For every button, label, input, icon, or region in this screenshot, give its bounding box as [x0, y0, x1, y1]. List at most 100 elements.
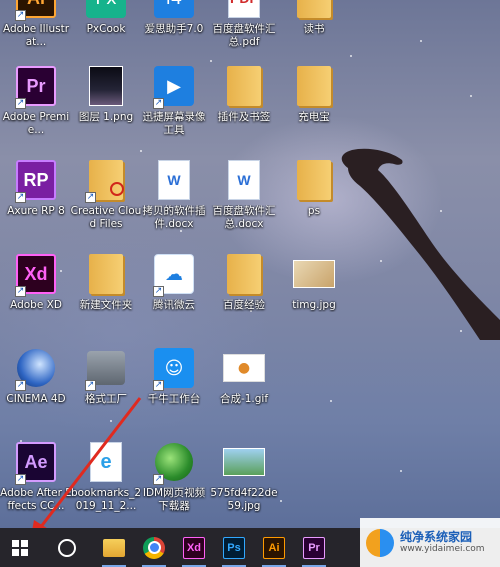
desktop-icon-bookmarks[interactable]: e bookmarks_2019_11_2... [70, 440, 142, 513]
desktop-icon-after-effects[interactable]: Ae ↗ Adobe After Effects CC... [0, 440, 72, 513]
desktop-icon-label: 爱思助手7.0 [144, 23, 204, 35]
shortcut-arrow-icon: ↗ [85, 192, 96, 203]
shortcut-arrow-icon: ↗ [15, 380, 26, 391]
desktop-icon-label: 百度盘软件汇总.docx [212, 205, 276, 230]
weiyun-icon: ☁ ↗ [152, 252, 196, 297]
shortcut-arrow-icon: ↗ [15, 286, 26, 297]
desktop-icon-label: ps [307, 205, 321, 217]
shortcut-arrow-icon: ↗ [15, 98, 26, 109]
pdf-file-icon: PDF [222, 0, 266, 20]
desktop-icon-cinema4d[interactable]: ↗ CINEMA 4D [0, 346, 72, 406]
shortcut-arrow-icon: ↗ [153, 286, 164, 297]
desktop-icon-layer-png[interactable]: 图层 1.png [70, 64, 142, 124]
desktop-icon-plugins-folder[interactable]: 插件及书签 [208, 64, 280, 124]
desktop-icon-label: Creative Cloud Files [70, 205, 142, 230]
word-document-icon: W [222, 158, 266, 202]
desktop-icon-screen-recorder[interactable]: ▶ ↗ 迅捷屏幕录像工具 [138, 64, 210, 137]
chrome-icon[interactable] [134, 528, 174, 567]
image-file-icon [222, 440, 266, 484]
axure-icon: RP ↗ [14, 158, 58, 203]
desktop-icon-baidu-docx[interactable]: W 百度盘软件汇总.docx [208, 158, 280, 231]
desktop-icon-label: CINEMA 4D [6, 393, 66, 405]
folder-icon [292, 0, 336, 20]
desktop-icon-label: 百度经验 [223, 299, 265, 311]
desktop-icon-pxcook[interactable]: Px PxCook [70, 0, 142, 36]
desktop-icon-new-folder[interactable]: 新建文件夹 [70, 252, 142, 312]
desktop-icon-timg-jpg[interactable]: timg.jpg [278, 252, 350, 312]
desktop-icon-575-jpg[interactable]: 575fd4f22de59.jpg [208, 440, 280, 513]
desktop-icon-label: 575fd4f22de59.jpg [210, 487, 278, 512]
idm-icon: ↗ [152, 440, 196, 485]
shortcut-arrow-icon: ↗ [153, 380, 164, 391]
desktop-icon-label: 合成-1.gif [219, 393, 269, 405]
after-effects-icon: Ae ↗ [14, 440, 58, 485]
desktop-icon-label: bookmarks_2019_11_2... [70, 487, 142, 512]
shortcut-arrow-icon: ↗ [15, 10, 26, 21]
desktop-icon-label: 读书 [303, 23, 325, 35]
photoshop-taskbar-icon[interactable]: Ps [214, 528, 254, 567]
cortana-circle-icon[interactable] [40, 528, 94, 567]
desktop-icon-label: 拷贝的软件插件.docx [142, 205, 206, 230]
desktop-icon-label: Adobe XD [10, 299, 62, 311]
file-explorer-icon[interactable] [94, 528, 134, 567]
watermark: 纯净系统家园 www.yidaimei.com [360, 518, 500, 567]
qianniu-icon: ☺ ↗ [152, 346, 196, 391]
folder-icon [292, 158, 336, 202]
desktop-icon-label: Adobe Premie... [2, 111, 70, 136]
desktop-icon-weiyun[interactable]: ☁ ↗ 腾讯微云 [138, 252, 210, 312]
bookmarks-html-icon: e [84, 440, 128, 484]
desktop-icon-dushu[interactable]: 读书 [278, 0, 350, 36]
desktop: Ai ↗ Adobe Illustrat... Px PxCook i4 爱思助… [0, 0, 500, 528]
folder-icon [222, 252, 266, 296]
screen-recorder-icon: ▶ ↗ [152, 64, 196, 109]
folder-icon [222, 64, 266, 108]
word-document-icon: W [152, 158, 196, 202]
premiere-icon: Pr ↗ [14, 64, 58, 109]
shortcut-arrow-icon: ↗ [153, 474, 164, 485]
desktop-icon-label: 充电宝 [298, 111, 330, 123]
illustrator-icon: Ai ↗ [14, 0, 58, 21]
folder-icon [84, 252, 128, 296]
format-factory-icon: ↗ [84, 346, 128, 391]
illustrator-taskbar-icon[interactable]: Ai [254, 528, 294, 567]
desktop-icon-qianniu[interactable]: ☺ ↗ 千牛工作台 [138, 346, 210, 406]
premiere-taskbar-icon[interactable]: Pr [294, 528, 334, 567]
shortcut-arrow-icon: ↗ [15, 474, 26, 485]
watermark-url: www.yidaimei.com [400, 544, 485, 554]
desktop-icon-ps-folder[interactable]: ps [278, 158, 350, 218]
creative-cloud-folder-icon: ↗ [84, 158, 128, 203]
shortcut-arrow-icon: ↗ [153, 98, 164, 109]
desktop-icon-axure[interactable]: RP ↗ Axure RP 8 [0, 158, 72, 218]
desktop-icon-label: IDM网页视频下载器 [142, 487, 206, 512]
windows-start-icon[interactable] [0, 528, 40, 567]
desktop-icon-label: 百度盘软件汇总.pdf [212, 23, 276, 48]
desktop-icon-label: PxCook [86, 23, 126, 35]
desktop-icon-creative-cloud[interactable]: ↗ Creative Cloud Files [70, 158, 142, 231]
desktop-icon-illustrator[interactable]: Ai ↗ Adobe Illustrat... [0, 0, 72, 49]
desktop-icon-label: 腾讯微云 [153, 299, 195, 311]
desktop-icon-label: 千牛工作台 [147, 393, 201, 405]
desktop-icon-label: 迅捷屏幕录像工具 [142, 111, 206, 136]
desktop-icon-xd[interactable]: Xd ↗ Adobe XD [0, 252, 72, 312]
watermark-title: 纯净系统家园 [400, 530, 473, 544]
desktop-icon-baidu-jingyan-folder[interactable]: 百度经验 [208, 252, 280, 312]
image-file-icon [84, 64, 128, 108]
desktop-icon-idm[interactable]: ↗ IDM网页视频下载器 [138, 440, 210, 513]
desktop-icon-format-factory[interactable]: ↗ 格式工厂 [70, 346, 142, 406]
watermark-logo-icon [366, 528, 394, 557]
desktop-icon-label: timg.jpg [292, 299, 336, 311]
desktop-icon-label: 插件及书签 [217, 111, 271, 123]
aisi-assistant-icon: i4 [152, 0, 196, 20]
desktop-icon-gif[interactable]: ● 合成-1.gif [208, 346, 280, 406]
shortcut-arrow-icon: ↗ [15, 192, 26, 203]
desktop-icon-pdf[interactable]: PDF 百度盘软件汇总.pdf [208, 0, 280, 49]
desktop-icon-label: Axure RP 8 [7, 205, 65, 217]
desktop-icon-powerbank-folder[interactable]: 充电宝 [278, 64, 350, 124]
desktop-icon-label: Adobe Illustrat... [2, 23, 70, 48]
xd-taskbar-icon[interactable]: Xd [174, 528, 214, 567]
desktop-icon-copied-plugins-docx[interactable]: W 拷贝的软件插件.docx [138, 158, 210, 231]
desktop-icon-label: Adobe After Effects CC... [0, 487, 72, 512]
desktop-icon-aisi[interactable]: i4 爱思助手7.0 [138, 0, 210, 36]
shortcut-arrow-icon: ↗ [85, 380, 96, 391]
desktop-icon-premiere[interactable]: Pr ↗ Adobe Premie... [0, 64, 72, 137]
